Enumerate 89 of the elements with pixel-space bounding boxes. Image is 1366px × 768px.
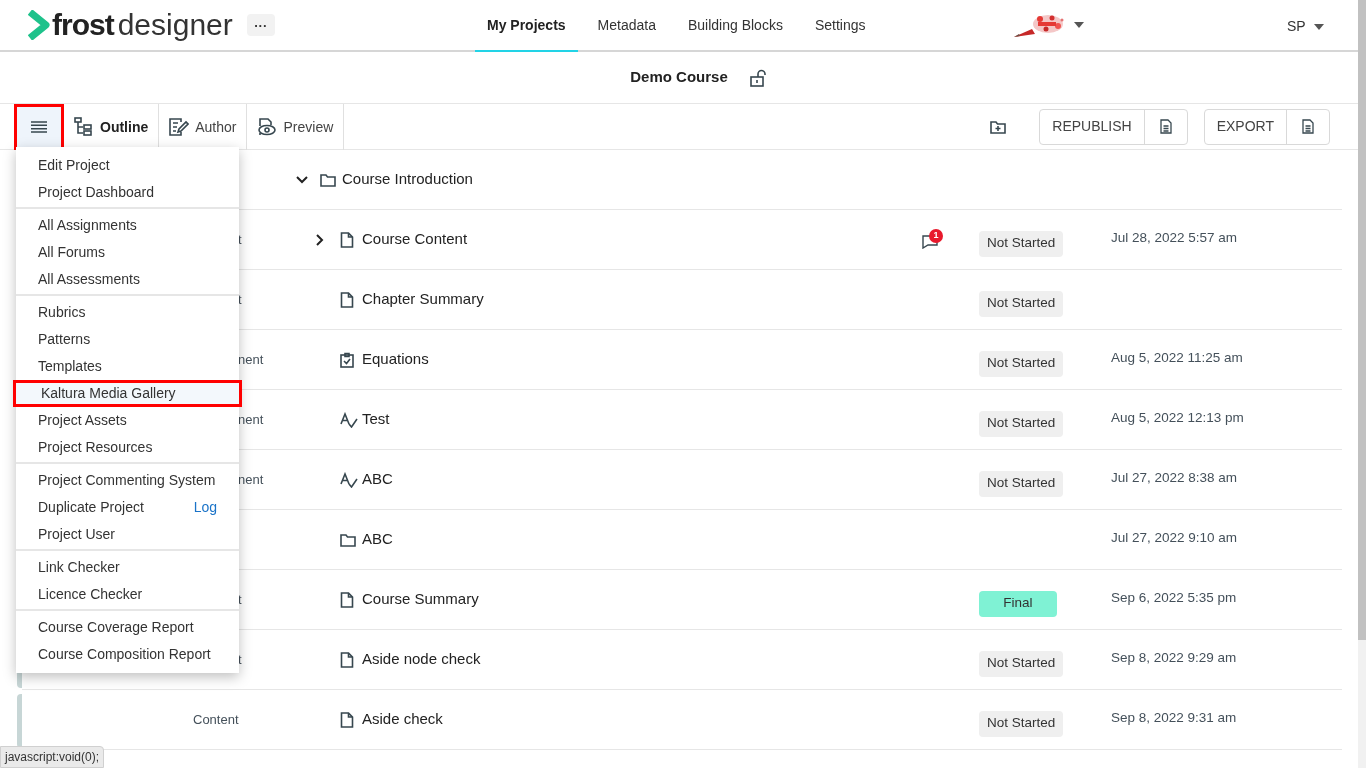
preview-icon — [257, 117, 278, 137]
status-badge: Not Started — [979, 650, 1064, 677]
logo-chevron-icon — [28, 10, 50, 40]
status-bar-url: javascript:void(0); — [0, 746, 105, 768]
modified-date: Sep 6, 2022 5:35 pm — [1111, 590, 1237, 606]
menu-item[interactable]: Course Composition Report — [38, 644, 211, 665]
menu-item[interactable]: Patterns — [38, 329, 91, 350]
nav-tab[interactable]: Metadata — [585, 0, 668, 52]
folder-icon — [320, 172, 336, 187]
content-type: nent — [238, 470, 264, 489]
menu-item[interactable]: All Forums — [38, 242, 105, 263]
page-icon — [340, 291, 354, 308]
document-icon — [1302, 119, 1314, 134]
outline-item-title[interactable]: Equations — [362, 348, 429, 371]
status-badge: Not Started — [979, 410, 1064, 437]
menu-item[interactable]: Course Coverage Report — [38, 617, 194, 638]
folder-plus-icon[interactable] — [990, 119, 1007, 134]
content-type: Content — [193, 710, 239, 729]
chevron-down-icon[interactable] — [296, 175, 308, 184]
nav-tab[interactable]: Settings — [802, 0, 878, 52]
outline-icon — [74, 117, 94, 137]
scrollbar[interactable] — [1358, 0, 1366, 768]
modified-date: Jul 27, 2022 8:38 am — [1111, 470, 1238, 486]
unlock-icon[interactable] — [749, 68, 766, 87]
checklist-icon — [340, 351, 354, 368]
logo-text: frost — [52, 10, 114, 40]
outline-item-title[interactable]: Course Content — [362, 228, 468, 251]
status-badge: Not Started — [979, 230, 1064, 257]
outline-item-title[interactable]: Chapter Summary — [362, 288, 484, 311]
outline-item-title[interactable]: Test — [362, 408, 390, 431]
page-icon — [340, 711, 354, 728]
outline-item-title[interactable]: Course Summary — [362, 588, 479, 611]
menu-item[interactable]: Project Resources — [38, 437, 153, 458]
outline-item-title[interactable]: ABC — [362, 468, 393, 491]
menu-item[interactable]: Project Commenting System — [38, 470, 216, 491]
menu-button[interactable] — [14, 104, 64, 150]
assessment-icon — [340, 411, 358, 428]
chevron-right-icon[interactable] — [316, 233, 324, 246]
nav-tab[interactable]: Building Blocks — [675, 0, 795, 52]
document-icon — [1159, 119, 1172, 134]
page-icon — [340, 591, 354, 608]
assessment-icon — [340, 471, 358, 488]
author-icon — [169, 117, 190, 137]
log-link[interactable]: Log — [193, 497, 217, 518]
status-badge: Not Started — [979, 290, 1064, 317]
outline-item-title[interactable]: Aside check — [362, 708, 443, 731]
folder-icon — [340, 532, 356, 547]
outline-item-title[interactable]: ABC — [362, 528, 393, 551]
status-badge: Not Started — [979, 710, 1064, 737]
menu-item[interactable]: All Assignments — [38, 215, 137, 236]
page-icon — [340, 231, 354, 248]
caret-icon — [1313, 23, 1324, 30]
content-type: nent — [238, 410, 264, 429]
outline-item-title[interactable]: Course Introduction — [342, 168, 473, 191]
scrollbar-thumb[interactable] — [1358, 0, 1366, 640]
modified-date: Aug 5, 2022 12:13 pm — [1111, 410, 1244, 426]
content-type: nent — [238, 350, 264, 369]
outline-item-title[interactable]: Aside node check — [362, 648, 481, 671]
modified-date: Jul 28, 2022 5:57 am — [1111, 230, 1238, 246]
logo-text: designer — [117, 10, 233, 40]
menu-item[interactable]: Kaltura Media Gallery — [41, 383, 176, 404]
menu-item[interactable]: Licence Checker — [38, 584, 143, 605]
nav-tab[interactable]: My Projects — [475, 0, 578, 52]
menu-item[interactable]: Project Assets — [38, 410, 127, 431]
menu-item[interactable]: Duplicate Project — [38, 497, 144, 518]
modified-date: Sep 8, 2022 9:29 am — [1111, 650, 1237, 666]
menu-item[interactable]: Link Checker — [38, 557, 120, 578]
menu-item[interactable]: Templates — [38, 356, 102, 377]
modified-date: Jul 27, 2022 9:10 am — [1111, 530, 1238, 546]
user-menu[interactable]: SP — [1287, 16, 1324, 37]
menu-item[interactable]: Rubrics — [38, 302, 86, 323]
caret-icon[interactable] — [1074, 22, 1084, 28]
page-icon — [340, 651, 354, 668]
menu-item[interactable]: All Assessments — [38, 269, 140, 290]
modified-date: Aug 5, 2022 11:25 am — [1111, 350, 1243, 366]
comment-count-badge: 1 — [929, 228, 943, 243]
comment-icon — [922, 234, 938, 249]
comment-button[interactable]: 1 — [922, 228, 946, 251]
more-button[interactable]: ··· — [246, 14, 275, 36]
view-tab[interactable]: Preview — [247, 104, 345, 150]
menu-icon — [31, 121, 47, 133]
project-title: Demo Course — [630, 67, 728, 88]
status-badge: Not Started — [979, 350, 1064, 377]
menu-item[interactable]: Edit Project — [38, 155, 110, 176]
status-badge: Final — [979, 590, 1057, 617]
menu-item[interactable]: Project Dashboard — [38, 182, 154, 203]
menu-item[interactable]: Project User — [38, 524, 116, 545]
modified-date: Sep 8, 2022 9:31 am — [1111, 710, 1237, 726]
status-badge: Not Started — [979, 470, 1064, 497]
